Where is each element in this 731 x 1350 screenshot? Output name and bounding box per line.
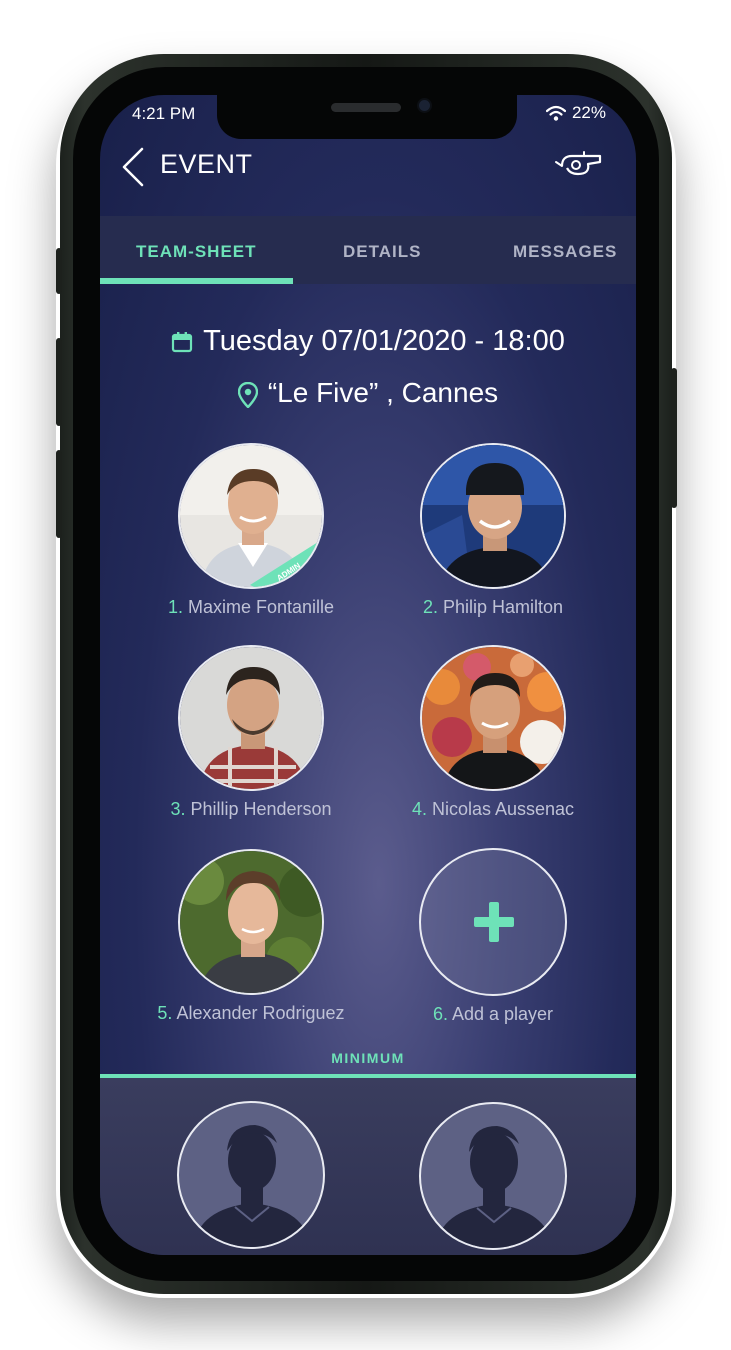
player-card-3[interactable]: 3. Phillip Henderson xyxy=(141,645,361,820)
player-number: 3. xyxy=(170,799,186,819)
player-name: Maxime Fontanille xyxy=(187,597,335,617)
active-tab-indicator xyxy=(100,278,293,284)
player-card-1[interactable]: ADMIN 1. Maxime Fontanille xyxy=(141,443,361,618)
power-button xyxy=(671,368,677,508)
tab-details[interactable]: DETAILS xyxy=(343,242,421,262)
avatar[interactable] xyxy=(178,849,324,995)
tab-team-sheet[interactable]: TEAM-SHEET xyxy=(136,242,257,262)
player-card-5[interactable]: 5. Alexander Rodriguez xyxy=(141,849,361,1024)
player-name: Alexander Rodriguez xyxy=(176,1003,345,1023)
minimum-label: MINIMUM xyxy=(331,1050,405,1066)
status-time: 4:21 PM xyxy=(132,104,196,123)
front-camera xyxy=(417,98,432,113)
wifi-icon xyxy=(545,105,566,121)
event-date-row: Tuesday 07/01/2020 - 18:00 xyxy=(100,325,636,358)
player-photo-5 xyxy=(180,851,322,993)
minimum-divider xyxy=(100,1074,636,1078)
speaker xyxy=(331,103,401,112)
player-name: Philip Hamilton xyxy=(442,597,564,617)
event-location-row: “Le Five” , Cannes xyxy=(100,377,636,409)
avatar-placeholder-icon xyxy=(193,1125,311,1247)
avatar[interactable] xyxy=(420,645,566,791)
add-player-button[interactable] xyxy=(419,848,567,996)
avatar-placeholder-icon xyxy=(435,1126,553,1248)
mute-switch xyxy=(56,248,62,294)
location-pin-icon xyxy=(237,381,258,408)
player-name-row: 2. Philip Hamilton xyxy=(383,597,603,618)
calendar-icon xyxy=(172,332,193,353)
player-number: 1. xyxy=(167,597,183,617)
player-number: 4. xyxy=(411,799,427,819)
status-right: 22% xyxy=(545,103,606,123)
app-screen: 4:21 PM 22% EVENT TEAM-SHEET DETAILS MES… xyxy=(100,95,636,1255)
add-player-label-row: 6. Add a player xyxy=(383,1004,603,1025)
empty-slot-2[interactable] xyxy=(419,1102,567,1250)
event-location: “Le Five” , Cannes xyxy=(267,377,499,408)
empty-slot-1[interactable] xyxy=(177,1101,325,1249)
event-datetime: Tuesday 07/01/2020 - 18:00 xyxy=(203,325,565,357)
player-number: 5. xyxy=(157,1003,177,1023)
page-title: EVENT xyxy=(160,149,253,179)
player-photo-4 xyxy=(422,647,564,789)
player-photo-2 xyxy=(422,445,564,587)
player-name-row: 5. Alexander Rodriguez xyxy=(141,1003,361,1024)
add-player-label: Add a player xyxy=(451,1004,554,1024)
chevron-left-icon[interactable] xyxy=(120,147,148,187)
battery-level: 22% xyxy=(571,103,606,122)
player-photo-3 xyxy=(180,647,322,789)
player-name-row: 3. Phillip Henderson xyxy=(141,799,361,820)
tab-bar: TEAM-SHEET DETAILS MESSAGES xyxy=(100,216,636,284)
avatar[interactable]: ADMIN xyxy=(178,443,324,589)
add-player-card[interactable]: 6. Add a player xyxy=(383,848,603,1025)
player-photo-1: ADMIN xyxy=(180,445,322,587)
tab-messages[interactable]: MESSAGES xyxy=(513,242,617,262)
player-name: Phillip Henderson xyxy=(190,799,332,819)
player-name-row: 4. Nicolas Aussenac xyxy=(383,799,603,820)
volume-down-button xyxy=(56,450,62,538)
plus-icon-vertical xyxy=(489,902,499,942)
player-number: 2. xyxy=(422,597,438,617)
volume-up-button xyxy=(56,338,62,426)
player-card-4[interactable]: 4. Nicolas Aussenac xyxy=(383,645,603,820)
player-number: 6. xyxy=(432,1004,452,1024)
player-name: Nicolas Aussenac xyxy=(431,799,575,819)
notch xyxy=(217,95,517,139)
player-name-row: 1. Maxime Fontanille xyxy=(141,597,361,618)
avatar[interactable] xyxy=(178,645,324,791)
whistle-icon[interactable] xyxy=(554,150,604,178)
player-card-2[interactable]: 2. Philip Hamilton xyxy=(383,443,603,618)
avatar[interactable] xyxy=(420,443,566,589)
